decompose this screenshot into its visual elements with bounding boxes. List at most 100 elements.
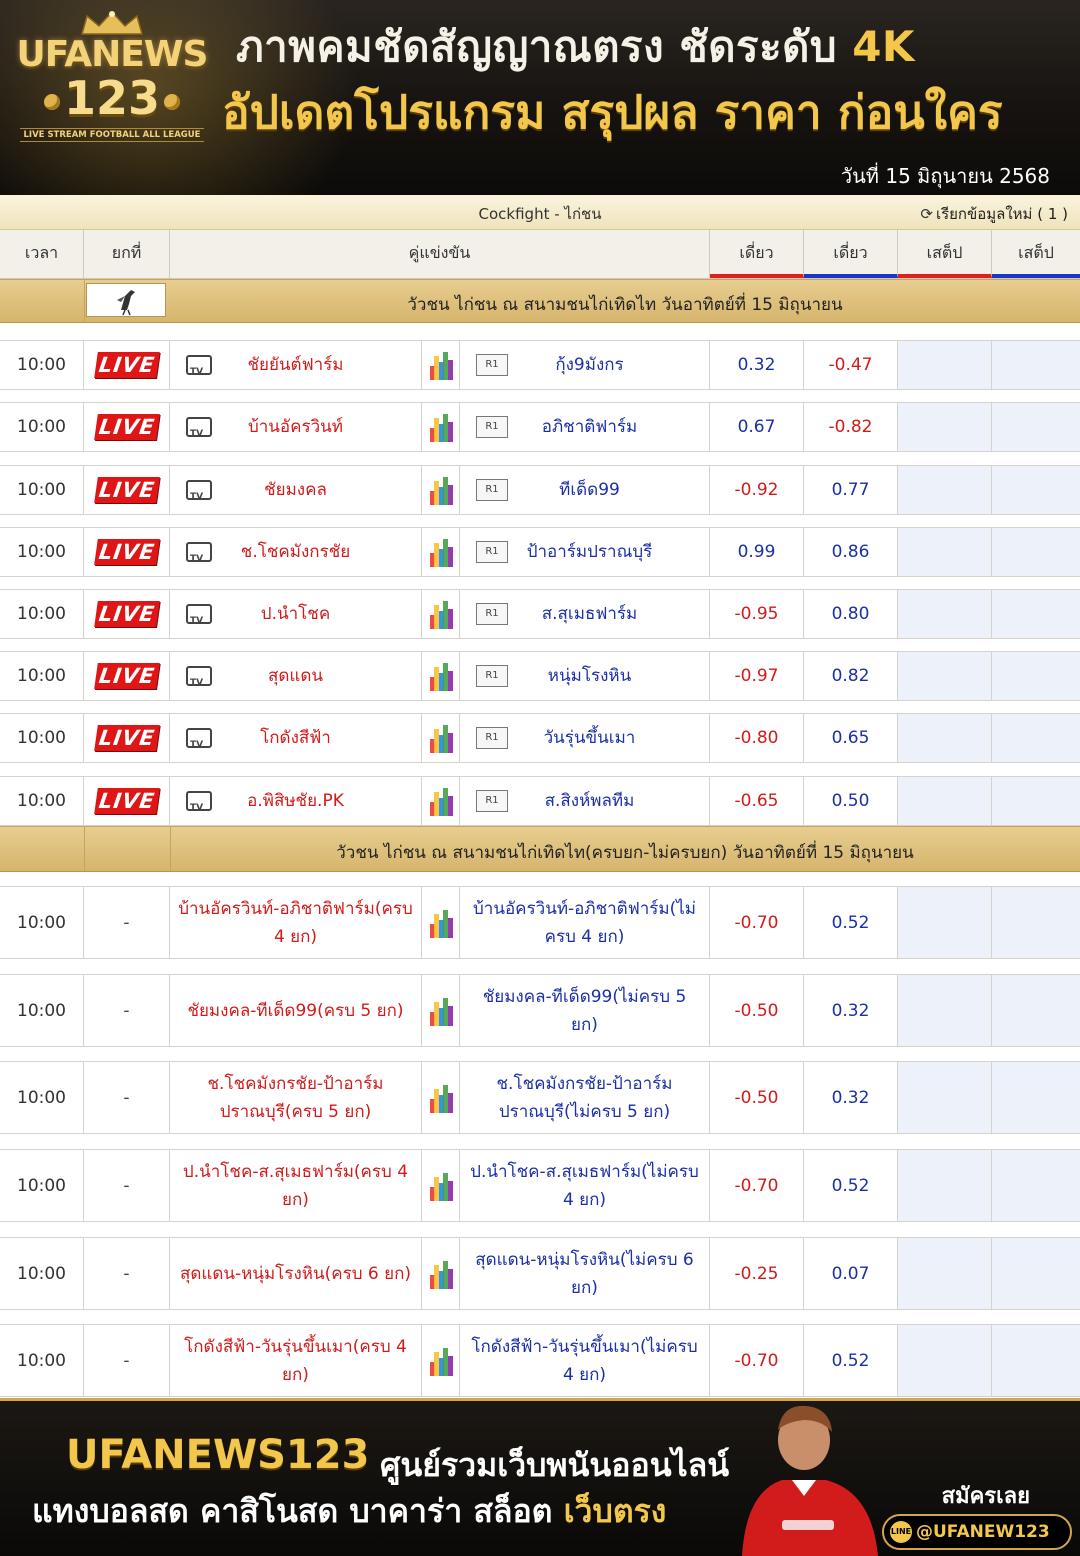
stats-icon[interactable]	[429, 412, 453, 442]
live-cell[interactable]: LIVE	[84, 590, 170, 638]
step-cell[interactable]	[992, 466, 1080, 514]
step-cell[interactable]	[992, 777, 1080, 825]
step-cell[interactable]	[898, 714, 992, 762]
match-row[interactable]: 10:00 - ช.โชคมังกรชัย-ป้าอาร์มปราณบุรี(ครบ…	[0, 1061, 1080, 1134]
match-row[interactable]: 10:00 - โกดังสีฟ้า-วันรุ่นขึ้นเมา(ครบ 4 ยก…	[0, 1324, 1080, 1397]
odds-away[interactable]: 0.80	[804, 590, 898, 638]
match-row[interactable]: 10:00 LIVE สุดแดน R1 หนุ่มโรงหิน -0.97 0.82	[0, 651, 1080, 701]
stats-icon[interactable]	[429, 1171, 453, 1201]
site-logo[interactable]: UFANEWS 123 LIVE STREAM FOOTBALL ALL LEA…	[14, 10, 210, 186]
stats-icon[interactable]	[429, 661, 453, 691]
step-cell[interactable]	[898, 341, 992, 389]
odds-home[interactable]: -0.80	[710, 714, 804, 762]
live-cell[interactable]: LIVE	[84, 341, 170, 389]
tv-icon[interactable]	[186, 542, 212, 573]
stats-icon[interactable]	[429, 996, 453, 1026]
step-cell[interactable]	[898, 1150, 992, 1221]
stats-cell[interactable]	[422, 403, 460, 451]
stats-cell[interactable]	[422, 1150, 460, 1221]
odds-away[interactable]: 0.32	[804, 1062, 898, 1133]
live-badge[interactable]: LIVE	[93, 601, 160, 627]
odds-home[interactable]: -0.97	[710, 652, 804, 700]
footer-brand[interactable]: UFANEWS123	[66, 1432, 369, 1478]
live-badge[interactable]: LIVE	[93, 788, 160, 814]
stats-icon[interactable]	[429, 599, 453, 629]
match-row[interactable]: 10:00 LIVE ป.นำโชค R1 ส.สุเมธฟาร์ม -0.95 0.80	[0, 589, 1080, 639]
odds-away[interactable]: 0.52	[804, 887, 898, 958]
odds-home[interactable]: 0.32	[710, 341, 804, 389]
stats-cell[interactable]	[422, 975, 460, 1046]
live-cell[interactable]: LIVE	[84, 777, 170, 825]
live-badge[interactable]: LIVE	[93, 725, 160, 751]
step-cell[interactable]	[898, 528, 992, 576]
odds-away[interactable]: -0.47	[804, 341, 898, 389]
step-cell[interactable]	[898, 590, 992, 638]
step-cell[interactable]	[992, 652, 1080, 700]
odds-away[interactable]: 0.52	[804, 1150, 898, 1221]
match-row[interactable]: 10:00 LIVE ชัยยันต์ฟาร์ม R1 กุ้ง9มังกร 0.32 -0…	[0, 340, 1080, 390]
stats-cell[interactable]	[422, 341, 460, 389]
step-cell[interactable]	[992, 887, 1080, 958]
tv-icon[interactable]	[186, 791, 212, 822]
odds-home[interactable]: -0.70	[710, 1150, 804, 1221]
step-cell[interactable]	[992, 528, 1080, 576]
stats-icon[interactable]	[429, 537, 453, 567]
stats-cell[interactable]	[422, 1238, 460, 1309]
step-cell[interactable]	[898, 1238, 992, 1309]
signup-text[interactable]: สมัครเลย	[942, 1478, 1030, 1513]
live-cell[interactable]: LIVE	[84, 528, 170, 576]
tv-icon[interactable]	[186, 604, 212, 635]
step-cell[interactable]	[898, 1325, 992, 1396]
odds-home[interactable]: -0.25	[710, 1238, 804, 1309]
stats-icon[interactable]	[429, 786, 453, 816]
odds-home[interactable]: -0.70	[710, 1325, 804, 1396]
odds-away[interactable]: 0.82	[804, 652, 898, 700]
tv-icon[interactable]	[186, 480, 212, 511]
step-cell[interactable]	[898, 975, 992, 1046]
odds-away[interactable]: -0.82	[804, 403, 898, 451]
stats-cell[interactable]	[422, 887, 460, 958]
stats-icon[interactable]	[429, 1346, 453, 1376]
stats-cell[interactable]	[422, 652, 460, 700]
step-cell[interactable]	[992, 1062, 1080, 1133]
match-row[interactable]: 10:00 LIVE ชัยมงคล R1 ทีเด็ด99 -0.92 0.77	[0, 465, 1080, 515]
live-badge[interactable]: LIVE	[93, 663, 160, 689]
match-row[interactable]: 10:00 - สุดแดน-หนุ่มโรงหิน(ครบ 6 ยก) สุดแดน…	[0, 1237, 1080, 1310]
odds-home[interactable]: -0.50	[710, 1062, 804, 1133]
odds-home[interactable]: -0.70	[710, 887, 804, 958]
stats-cell[interactable]	[422, 1325, 460, 1396]
step-cell[interactable]	[898, 466, 992, 514]
tv-icon[interactable]	[186, 728, 212, 759]
step-cell[interactable]	[992, 975, 1080, 1046]
stats-icon[interactable]	[429, 350, 453, 380]
stats-cell[interactable]	[422, 590, 460, 638]
stats-cell[interactable]	[422, 1062, 460, 1133]
match-row[interactable]: 10:00 - ป.นำโชค-ส.สุเมธฟาร์ม(ครบ 4 ยก) ป.นำ…	[0, 1149, 1080, 1222]
odds-home[interactable]: 0.99	[710, 528, 804, 576]
tv-icon[interactable]	[186, 666, 212, 697]
odds-away[interactable]: 0.86	[804, 528, 898, 576]
odds-home[interactable]: -0.95	[710, 590, 804, 638]
live-badge[interactable]: LIVE	[93, 477, 160, 503]
match-row[interactable]: 10:00 LIVE อ.พิสิษชัย.PK R1 ส.สิงห์พลทีม -0.6…	[0, 776, 1080, 826]
odds-away[interactable]: 0.77	[804, 466, 898, 514]
odds-home[interactable]: -0.50	[710, 975, 804, 1046]
stats-cell[interactable]	[422, 777, 460, 825]
step-cell[interactable]	[992, 1325, 1080, 1396]
odds-home[interactable]: -0.65	[710, 777, 804, 825]
step-cell[interactable]	[992, 714, 1080, 762]
odds-away[interactable]: 0.50	[804, 777, 898, 825]
stats-icon[interactable]	[429, 723, 453, 753]
step-cell[interactable]	[992, 1238, 1080, 1309]
match-row[interactable]: 10:00 - บ้านอัครวินท์-อภิชาติฟาร์ม(ครบ 4 ย…	[0, 886, 1080, 959]
line-contact-button[interactable]: LINE @UFANEW123	[882, 1514, 1072, 1550]
stats-cell[interactable]	[422, 528, 460, 576]
step-cell[interactable]	[992, 341, 1080, 389]
live-badge[interactable]: LIVE	[93, 539, 160, 565]
step-cell[interactable]	[898, 1062, 992, 1133]
live-badge[interactable]: LIVE	[93, 414, 160, 440]
step-cell[interactable]	[992, 403, 1080, 451]
odds-away[interactable]: 0.07	[804, 1238, 898, 1309]
odds-away[interactable]: 0.65	[804, 714, 898, 762]
step-cell[interactable]	[898, 652, 992, 700]
